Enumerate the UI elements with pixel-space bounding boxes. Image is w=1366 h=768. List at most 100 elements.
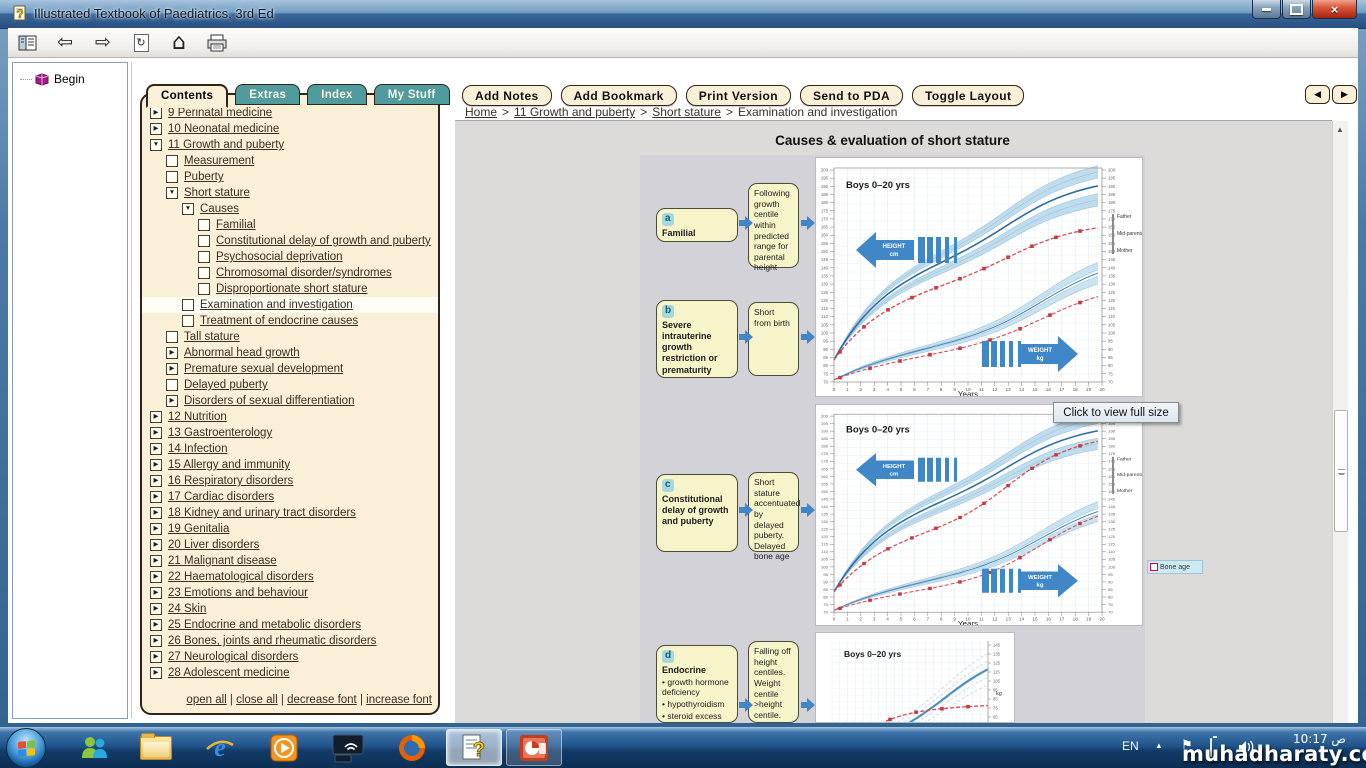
tree-item[interactable]: ▶26 Bones, joints and rheumatic disorder… [142, 633, 438, 649]
breadcrumb-short-stature[interactable]: Short stature [652, 105, 721, 119]
tree-item[interactable]: ▶ 27 Neurological disorders [142, 649, 438, 665]
tree-item[interactable]: ▶ 21 Malignant disease [142, 553, 438, 569]
tree-item-label[interactable]: 23 Emotions and behaviour [168, 585, 308, 601]
tree-item-label[interactable]: 21 Malignant disease [168, 553, 277, 569]
tree-item[interactable]: ▶22 Haematological disorders [142, 569, 438, 585]
tree-expanded-icon[interactable]: ▼ [182, 203, 194, 215]
tree-collapsed-icon[interactable]: ▶ [150, 603, 162, 615]
tree-collapsed-icon[interactable]: ▶ [150, 651, 162, 663]
taskbar-media-player-button[interactable] [256, 729, 312, 766]
tree-collapsed-icon[interactable]: ▶ [150, 619, 162, 631]
tree-collapsed-icon[interactable]: ▶ [166, 363, 178, 375]
tree-item[interactable]: ▼ 11 Growth and puberty [142, 137, 438, 153]
tree-item[interactable]: ▶ Disorders of sexual differentiation [142, 393, 438, 409]
tree-item[interactable]: Measurement [142, 153, 438, 169]
tree-leaf-icon[interactable] [182, 299, 194, 311]
tree-item[interactable]: ▶ 23 Emotions and behaviour [142, 585, 438, 601]
tree-collapsed-icon[interactable]: ▶ [150, 507, 162, 519]
tab-my-stuff[interactable]: My Stuff [374, 84, 450, 105]
tree-item[interactable]: Familial [142, 217, 438, 233]
scroll-up-button[interactable]: ▲ [1332, 121, 1348, 137]
tree-collapsed-icon[interactable]: ▶ [150, 427, 162, 439]
tree-leaf-icon[interactable] [166, 331, 178, 343]
tree-item[interactable]: ▶Abnormal head growth [142, 345, 438, 361]
breadcrumb-11-growth-and-puberty[interactable]: 11 Growth and puberty [514, 105, 635, 119]
maximize-button[interactable] [1282, 0, 1311, 19]
tree-item-label[interactable]: Tall stature [184, 329, 240, 345]
tree-item[interactable]: ▶13 Gastroenterology [142, 425, 438, 441]
tree-item[interactable]: ▶19 Genitalia [142, 521, 438, 537]
add-notes-button[interactable]: Add Notes [462, 85, 552, 106]
tree-item-label[interactable]: Causes [200, 201, 239, 217]
tree-item[interactable]: ▶ 16 Respiratory disorders [142, 473, 438, 489]
tree-collapsed-icon[interactable]: ▶ [150, 539, 162, 551]
breadcrumb-home[interactable]: Home [465, 105, 497, 119]
tree-item[interactable]: ▶ 17 Cardiac disorders [142, 489, 438, 505]
tab-index[interactable]: Index [307, 84, 367, 105]
tree-leaf-icon[interactable] [198, 283, 210, 295]
taskbar-help-viewer-button[interactable]: ? [446, 729, 502, 766]
tree-item-label[interactable]: Constitutional delay of growth and puber… [216, 233, 431, 249]
tree-item-label[interactable]: Disorders of sexual differentiation [184, 393, 354, 409]
tree-collapsed-icon[interactable]: ▶ [150, 491, 162, 503]
tree-item-label[interactable]: 12 Nutrition [168, 409, 227, 425]
print-version-button[interactable]: Print Version [686, 85, 791, 106]
tree-item[interactable]: Disproportionate short stature [142, 281, 438, 297]
tree-item[interactable]: Psychosocial deprivation [142, 249, 438, 265]
tree-collapsed-icon[interactable]: ▶ [150, 107, 162, 119]
tree-link-increase-font[interactable]: increase font [366, 694, 432, 706]
tree-collapsed-icon[interactable]: ▶ [150, 523, 162, 535]
tree-leaf-icon[interactable] [166, 155, 178, 167]
tree-item-label[interactable]: Familial [216, 217, 256, 233]
home-button[interactable]: ⌂ [166, 31, 192, 55]
tree-item-label[interactable]: 16 Respiratory disorders [168, 473, 293, 489]
tree-collapsed-icon[interactable]: ▶ [150, 667, 162, 679]
forward-button[interactable]: ⇨ [90, 31, 116, 55]
scrollbar-thumb[interactable] [1334, 410, 1348, 532]
tree-collapsed-icon[interactable]: ▶ [150, 587, 162, 599]
tree-collapsed-icon[interactable]: ▶ [150, 443, 162, 455]
tree-expanded-icon[interactable]: ▼ [150, 139, 162, 151]
minimize-button[interactable] [1252, 0, 1281, 19]
tree-link-open-all[interactable]: open all [186, 694, 226, 706]
tree-expanded-icon[interactable]: ▼ [166, 187, 178, 199]
tree-collapsed-icon[interactable]: ▶ [150, 475, 162, 487]
refresh-button[interactable]: ↻ [128, 31, 154, 55]
tree-leaf-icon[interactable] [198, 235, 210, 247]
tree-collapsed-icon[interactable]: ▶ [150, 635, 162, 647]
tree-item-label[interactable]: 25 Endocrine and metabolic disorders [168, 617, 361, 633]
toggle-layout-button[interactable]: Toggle Layout [912, 85, 1024, 106]
tree-collapsed-icon[interactable]: ▶ [150, 571, 162, 583]
taskbar-powerpoint-button[interactable] [506, 729, 562, 766]
taskbar-explorer-button[interactable] [128, 729, 184, 766]
tree-item[interactable]: ▶Premature sexual development [142, 361, 438, 377]
tree-item-label[interactable]: Measurement [184, 153, 254, 169]
sidebar-item-begin[interactable]: Begin [20, 72, 85, 86]
tree-item-label[interactable]: 17 Cardiac disorders [168, 489, 274, 505]
taskbar-messenger-button[interactable] [66, 729, 122, 766]
tree-item[interactable]: Puberty [142, 169, 438, 185]
tree-item-label[interactable]: 27 Neurological disorders [168, 649, 298, 665]
tree-item[interactable]: ▶12 Nutrition [142, 409, 438, 425]
tree-item-label[interactable]: 28 Adolescent medicine [168, 665, 289, 681]
tree-item[interactable]: ▶ 28 Adolescent medicine [142, 665, 438, 681]
send-to-pda-button[interactable]: Send to PDA [800, 85, 903, 106]
tree-collapsed-icon[interactable]: ▶ [150, 555, 162, 567]
tree-leaf-icon[interactable] [182, 315, 194, 327]
tree-item[interactable]: Delayed puberty [142, 377, 438, 393]
growth-chart-3[interactable]: 1451351251151059585756555kgBoys 0–20 yrs [815, 632, 1015, 723]
tree-collapsed-icon[interactable]: ▶ [150, 459, 162, 471]
growth-chart-1[interactable]: 2002001951951901901851851801801751751701… [815, 157, 1143, 397]
tree-item[interactable]: Examination and investigation [142, 297, 438, 313]
tree-leaf-icon[interactable] [198, 251, 210, 263]
tree-item[interactable]: ▼Short stature [142, 185, 438, 201]
tree-item-label[interactable]: 14 Infection [168, 441, 227, 457]
tree-item-label[interactable]: Treatment of endocrine causes [200, 313, 358, 329]
tree-link-decrease-font[interactable]: decrease font [287, 694, 357, 706]
tree-collapsed-icon[interactable]: ▶ [166, 395, 178, 407]
tree-link-close-all[interactable]: close all [236, 694, 278, 706]
start-button[interactable] [6, 728, 46, 768]
show-hidden-icons-button[interactable]: ▲ [1155, 741, 1163, 750]
tree-item-label[interactable]: 11 Growth and puberty [168, 137, 284, 153]
next-page-button[interactable]: ▶ [1332, 85, 1357, 104]
